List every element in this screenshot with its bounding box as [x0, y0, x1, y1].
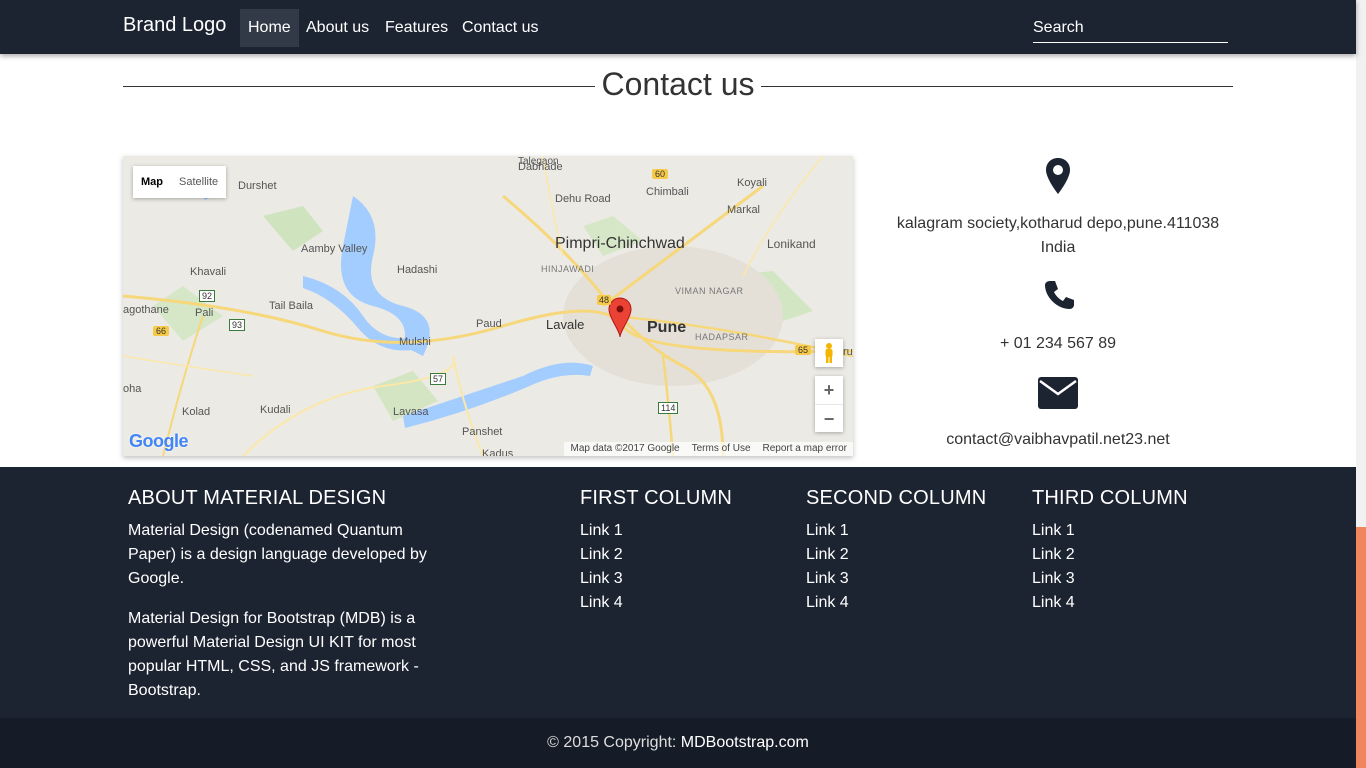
map-label-lavale: Lavale — [546, 317, 585, 332]
navbar: Brand Logo Home About us Features Contac… — [0, 0, 1356, 54]
map-label-pali: Pali — [195, 307, 214, 319]
footer-col2-link-2[interactable]: Link 2 — [806, 543, 849, 567]
map-label-chimbali: Chimbali — [646, 186, 689, 198]
highway-shield: 92 — [199, 290, 216, 302]
zoom-control: + − — [815, 376, 843, 432]
highway-shield: 48 — [597, 295, 612, 305]
brand-logo[interactable]: Brand Logo — [123, 14, 226, 37]
footer-col2-link-1[interactable]: Link 1 — [806, 519, 849, 543]
footer-second-column-title: SECOND COLUMN — [806, 487, 987, 509]
map-terrain — [123, 156, 853, 456]
map-label-dehu-road: Dehu Road — [555, 193, 611, 205]
map-label-tail-baila: Tail Baila — [269, 300, 314, 312]
map-label-khavali: Khavali — [190, 266, 227, 278]
address-line-1: kalagram society,kotharud depo,pune.4110… — [896, 215, 1220, 232]
footer-col1-link-2[interactable]: Link 2 — [580, 543, 623, 567]
google-map[interactable]: Talegaon Dabhade Durshet Dehu Road Chimb… — [123, 156, 853, 456]
search-input[interactable] — [1033, 14, 1228, 43]
highway-shield: 114 — [658, 402, 679, 414]
copyright-bar: © 2015 Copyright: MDBootstrap.com — [0, 718, 1356, 768]
map-label-kadus: Kadus — [482, 448, 514, 456]
scrollbar-thumb[interactable] — [1356, 527, 1366, 768]
map-label-pune: Pune — [647, 319, 687, 336]
title-divider-left — [123, 86, 595, 87]
map-label-markal: Markal — [727, 204, 761, 216]
footer-col3-link-2[interactable]: Link 2 — [1032, 543, 1075, 567]
footer-col1-link-1[interactable]: Link 1 — [580, 519, 623, 543]
highway-shield: 65 — [795, 345, 812, 355]
map-label-viman-nagar: VIMAN NAGAR — [675, 286, 744, 296]
nav-features[interactable]: Features — [377, 9, 456, 47]
phone-number: + 01 234 567 89 — [999, 335, 1117, 352]
map-label-roha: oha — [123, 383, 142, 395]
map-label-aamby-valley: Aamby Valley — [301, 243, 368, 255]
map-label-lavasa: Lavasa — [393, 406, 429, 418]
envelope-icon — [1038, 377, 1078, 414]
map-label-paud: Paud — [476, 318, 502, 330]
footer-col3-link-1[interactable]: Link 1 — [1032, 519, 1075, 543]
map-type-satellite-button[interactable]: Satellite — [171, 166, 226, 198]
terms-of-use-link[interactable]: Terms of Use — [692, 442, 751, 456]
map-label-kolad: Kolad — [182, 406, 211, 418]
map-marker-icon — [1046, 158, 1070, 199]
map-label-durshet: Durshet — [238, 180, 277, 192]
map-label-dabhade: Dabhade — [518, 161, 563, 173]
footer-col2-link-4[interactable]: Link 4 — [806, 591, 849, 615]
section-title: Contact us — [601, 66, 755, 102]
footer-about-paragraph-1: Material Design (codenamed Quantum Paper… — [128, 522, 427, 587]
footer-first-column-title: FIRST COLUMN — [580, 487, 733, 509]
zoom-in-button[interactable]: + — [815, 376, 843, 404]
footer-about-title: ABOUT MATERIAL DESIGN — [128, 487, 387, 509]
map-label-panshet: Panshet — [462, 426, 503, 438]
highway-shield: 66 — [153, 326, 170, 336]
street-view-pegman-icon[interactable] — [815, 339, 843, 367]
map-type-map-button[interactable]: Map — [133, 166, 171, 198]
highway-shield: 93 — [229, 319, 246, 331]
footer-col2-link-3[interactable]: Link 3 — [806, 567, 849, 591]
map-label-ru: ru — [843, 346, 853, 358]
footer-third-column-title: THIRD COLUMN — [1032, 487, 1188, 509]
map-label-hadashi: Hadashi — [397, 264, 438, 276]
map-label-lonikand: Lonikand — [767, 237, 816, 251]
highway-shield: 60 — [652, 169, 669, 179]
map-label-kudali: Kudali — [260, 404, 291, 416]
footer-col1-link-4[interactable]: Link 4 — [580, 591, 623, 615]
footer: ABOUT MATERIAL DESIGN Material Design (c… — [0, 467, 1356, 718]
email-address[interactable]: contact@vaibhavpatil.net23.net — [868, 428, 1248, 452]
map-attribution: Map data ©2017 Google Terms of Use Repor… — [564, 442, 853, 456]
zoom-out-button[interactable]: − — [815, 404, 843, 433]
footer-col1-link-3[interactable]: Link 3 — [580, 567, 623, 591]
title-divider-right — [761, 86, 1233, 87]
map-label-mulshi: Mulshi — [399, 336, 431, 348]
map-type-control: Map Satellite — [133, 166, 227, 198]
report-map-error-link[interactable]: Report a map error — [763, 442, 847, 456]
footer-col3-link-4[interactable]: Link 4 — [1032, 591, 1075, 615]
nav-contact-us[interactable]: Contact us — [454, 9, 546, 47]
copyright-text: © 2015 Copyright: — [547, 734, 681, 751]
nav-about-us[interactable]: About us — [298, 9, 377, 47]
map-label-pimpri-chinchwad: Pimpri-Chinchwad — [555, 235, 685, 252]
map-label-koyali: Koyali — [737, 177, 767, 189]
highway-shield: 57 — [430, 373, 447, 385]
map-label-hadapsar: HADAPSAR — [695, 332, 749, 342]
nav-home[interactable]: Home — [240, 9, 299, 47]
address-line-2: India — [1040, 239, 1076, 256]
map-label-agothane: agothane — [123, 304, 169, 316]
phone-icon — [1043, 279, 1075, 316]
footer-about-paragraph-2: Material Design for Bootstrap (MDB) is a… — [128, 610, 419, 699]
map-label-hinjawadi: HINJAWADI — [541, 264, 595, 274]
mdbootstrap-link[interactable]: MDBootstrap.com — [681, 734, 809, 751]
google-logo: Google — [129, 431, 189, 451]
footer-col3-link-3[interactable]: Link 3 — [1032, 567, 1075, 591]
map-data-credit: Map data ©2017 Google — [570, 443, 680, 454]
